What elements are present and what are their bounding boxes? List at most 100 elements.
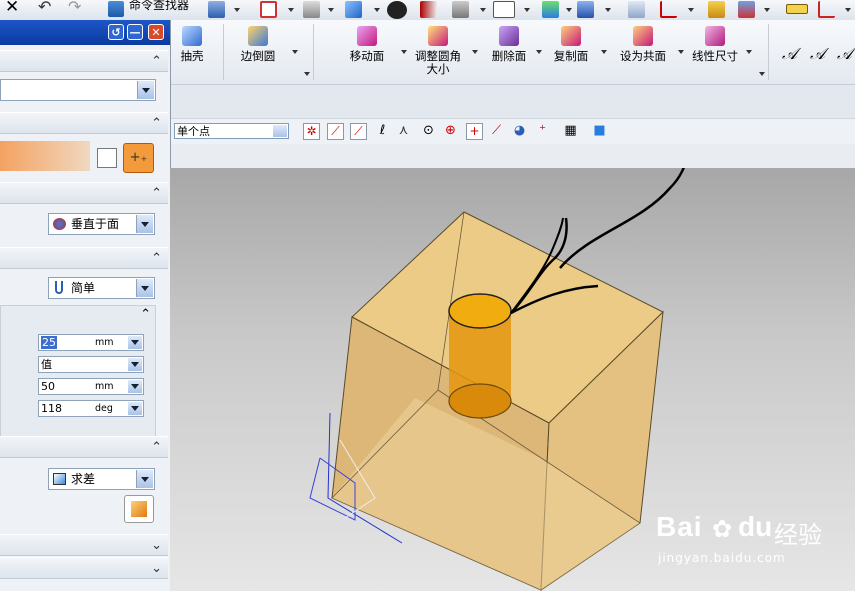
curve-icon[interactable]: 𝒜 <box>782 44 797 64</box>
undo-icon[interactable]: ↶ <box>38 0 51 16</box>
chevron-down-icon[interactable] <box>746 50 752 54</box>
section-header[interactable]: ⌃ <box>0 50 168 72</box>
sweep-icon[interactable]: 𝒜 <box>837 44 852 64</box>
grid-icon[interactable]: ▦ <box>562 123 579 140</box>
move-face-button[interactable]: 移动面 <box>346 26 388 63</box>
dialog-title-bar[interactable]: ↺ — ✕ <box>0 20 170 45</box>
shell-button[interactable]: 抽壳 <box>176 26 208 63</box>
end-point-icon[interactable]: ⟋ <box>327 123 344 140</box>
section-header[interactable]: ⌄ <box>0 557 168 579</box>
quadrant-icon[interactable]: ⊕ <box>442 123 459 140</box>
select-body-icon[interactable] <box>124 495 154 523</box>
chevron-down-icon[interactable]: ⌄ <box>151 561 162 576</box>
shape-type-select[interactable]: 简单 <box>48 277 155 299</box>
chevron-down-icon[interactable] <box>605 8 611 12</box>
command-finder-icon[interactable] <box>108 1 124 17</box>
chevron-down-icon[interactable] <box>566 8 572 12</box>
intersection-icon[interactable]: ⋏ <box>395 123 412 140</box>
chevron-down-icon[interactable] <box>759 72 765 76</box>
sketch-section-icon[interactable]: +₊ <box>123 143 154 173</box>
chevron-down-icon[interactable] <box>128 358 142 371</box>
chevron-down-icon[interactable]: ⌄ <box>151 538 162 553</box>
type-select[interactable] <box>0 79 156 101</box>
snap-toggle-icon[interactable]: ✲ <box>303 123 320 140</box>
chevron-down-icon[interactable] <box>128 336 142 349</box>
depth-input[interactable]: 50 mm <box>38 378 144 395</box>
section-grey-icon[interactable] <box>452 1 469 18</box>
view-cube-icon[interactable]: ■ <box>591 123 608 140</box>
tip-angle-input[interactable]: 118 deg <box>38 400 144 417</box>
close-icon[interactable]: ✕ <box>5 0 19 17</box>
chevron-down-icon[interactable] <box>845 8 851 12</box>
make-coplanar-button[interactable]: 设为共面 <box>616 26 670 63</box>
wcs-icon[interactable] <box>660 1 677 18</box>
chevron-down-icon[interactable] <box>136 470 153 488</box>
existing-point-icon[interactable]: + <box>466 123 483 140</box>
section-header[interactable]: ⌃ <box>0 247 168 269</box>
redo-icon[interactable]: ↷ <box>68 0 81 16</box>
point-dialog-icon[interactable] <box>97 148 117 168</box>
point-on-face-icon[interactable]: ◕ <box>511 123 528 140</box>
shaded-cube-icon[interactable] <box>345 1 362 18</box>
chevron-down-icon[interactable] <box>304 72 310 76</box>
point-on-curve-icon[interactable]: ⟋ <box>488 123 505 140</box>
chevron-down-icon[interactable] <box>688 8 694 12</box>
render-style-icon[interactable] <box>303 1 320 18</box>
command-finder-button[interactable]: 命令查找器 <box>129 0 189 13</box>
chevron-down-icon[interactable] <box>764 8 770 12</box>
work-layer-icon[interactable] <box>542 1 559 18</box>
arc-center-icon[interactable]: ⊙ <box>420 123 437 140</box>
chevron-up-icon[interactable]: ⌃ <box>151 54 162 69</box>
display-mode-icon[interactable] <box>387 1 407 19</box>
surface-icon[interactable]: 𝒜 <box>810 44 825 64</box>
chevron-up-icon[interactable]: ⌃ <box>151 440 162 455</box>
chevron-down-icon[interactable] <box>328 8 334 12</box>
chevron-up-icon[interactable]: ⌃ <box>151 116 162 131</box>
chevron-up-icon[interactable]: ⌃ <box>151 186 162 201</box>
chevron-down-icon[interactable] <box>601 50 607 54</box>
chevron-up-icon[interactable]: ⌃ <box>151 251 162 266</box>
minimize-icon[interactable]: — <box>127 24 143 40</box>
chevron-down-icon[interactable] <box>128 402 142 415</box>
chevron-down-icon[interactable] <box>374 8 380 12</box>
resize-blend-button[interactable]: 调整圆角大小 <box>412 26 464 76</box>
chevron-down-icon[interactable] <box>288 8 294 12</box>
edge-blend-button[interactable]: 边倒圆 <box>236 26 280 63</box>
section-header[interactable]: ⌄ <box>0 534 168 556</box>
angle-icon[interactable] <box>818 1 835 18</box>
move-layer-icon[interactable] <box>577 1 594 18</box>
copy-face-button[interactable]: 复制面 <box>550 26 592 63</box>
location-selection-row[interactable] <box>0 141 90 171</box>
chevron-down-icon[interactable] <box>524 8 530 12</box>
chevron-down-icon[interactable] <box>128 380 142 393</box>
depth-limit-select[interactable]: 值 <box>38 356 144 373</box>
reset-icon[interactable]: ↺ <box>108 24 124 40</box>
chevron-down-icon[interactable] <box>480 8 486 12</box>
chevron-down-icon[interactable] <box>273 125 287 137</box>
section-header[interactable]: ⌃ <box>0 182 168 204</box>
close-icon[interactable]: ✕ <box>148 24 164 40</box>
graphics-viewport[interactable]: Bai ✿ du 经验 jingyan.baidu.com <box>170 168 855 591</box>
snap-filter-select[interactable]: 单个点 <box>174 123 289 139</box>
chevron-down-icon[interactable] <box>472 50 478 54</box>
background-color-icon[interactable] <box>493 1 515 18</box>
mid-point-icon[interactable]: ⟋ <box>350 123 367 140</box>
chevron-down-icon[interactable] <box>678 50 684 54</box>
chevron-down-icon[interactable] <box>136 279 153 297</box>
orient-icon[interactable] <box>208 1 225 18</box>
chevron-down-icon[interactable] <box>136 215 153 233</box>
measure-icon[interactable] <box>738 1 755 18</box>
chevron-down-icon[interactable] <box>234 8 240 12</box>
analysis-icon[interactable] <box>708 1 725 18</box>
delete-face-button[interactable]: 删除面 <box>488 26 530 63</box>
linear-dimension-button[interactable]: 线性尺寸 <box>688 26 742 63</box>
chevron-down-icon[interactable] <box>401 50 407 54</box>
vector-select[interactable]: 垂直于面 <box>48 213 155 235</box>
chevron-down-icon[interactable] <box>137 81 154 99</box>
chevron-up-icon[interactable]: ⌃ <box>140 307 151 322</box>
section-red-icon[interactable] <box>420 1 437 18</box>
snap-view-icon[interactable] <box>260 1 277 18</box>
ruler-icon[interactable] <box>786 4 808 14</box>
control-point-icon[interactable]: ℓ <box>374 123 391 140</box>
section-header[interactable]: ⌃ <box>0 436 168 458</box>
